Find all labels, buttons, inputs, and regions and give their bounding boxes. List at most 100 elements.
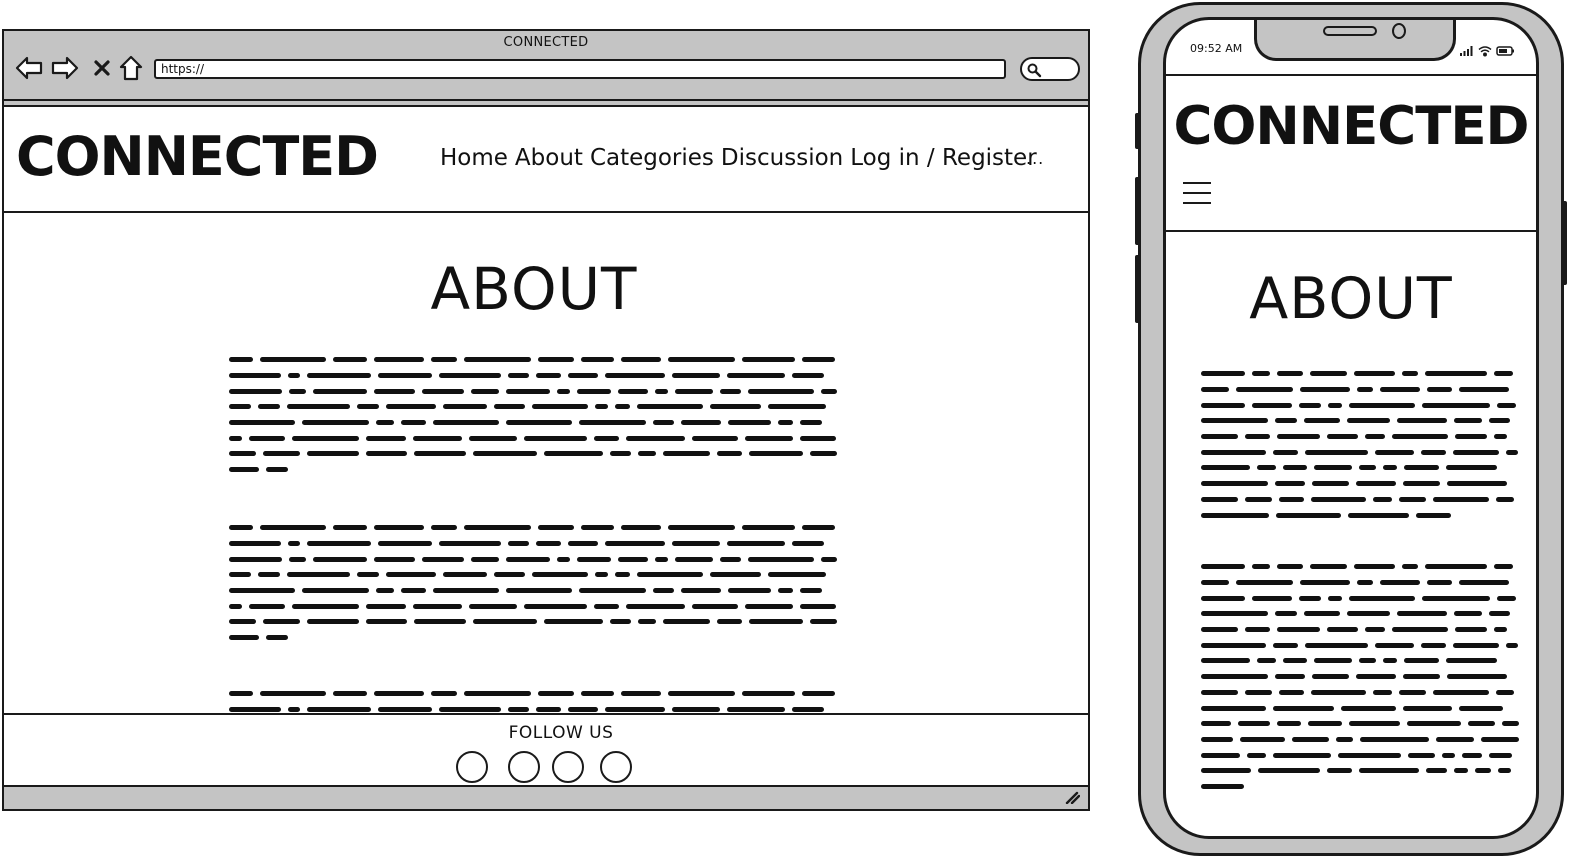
scribble-word bbox=[1496, 689, 1514, 695]
scribble-word bbox=[1433, 496, 1489, 502]
scribble-word bbox=[357, 572, 379, 578]
site-header: CONNECTED Home About Categories Discussi… bbox=[4, 107, 1088, 213]
stop-x-icon[interactable] bbox=[87, 53, 117, 83]
scribble-word bbox=[1201, 387, 1229, 393]
site-logo[interactable]: CONNECTED bbox=[16, 125, 379, 188]
scribble-line bbox=[1201, 397, 1519, 413]
scribble-word bbox=[376, 588, 394, 594]
camera-icon bbox=[1392, 23, 1406, 39]
scribble-word bbox=[1252, 371, 1270, 377]
scribble-word bbox=[792, 373, 824, 379]
page-title: ABOUT bbox=[430, 255, 638, 323]
scribble-word bbox=[821, 556, 838, 562]
scribble-word bbox=[333, 691, 367, 697]
scribble-word bbox=[1283, 658, 1307, 664]
scribble-word bbox=[568, 373, 598, 379]
back-arrow-icon[interactable] bbox=[14, 53, 44, 83]
scribble-word bbox=[802, 357, 835, 363]
scribble-line bbox=[229, 567, 841, 583]
scribble-word bbox=[494, 404, 525, 410]
scribble-word bbox=[1357, 387, 1373, 393]
scribble-word bbox=[1425, 371, 1487, 377]
scribble-word bbox=[595, 572, 608, 578]
scribble-word bbox=[1416, 512, 1451, 518]
scribble-word bbox=[1275, 674, 1305, 680]
scribble-word bbox=[464, 357, 531, 363]
scribble-word bbox=[313, 388, 367, 394]
nav-discussion[interactable]: Discussion bbox=[721, 145, 843, 171]
nav-categories[interactable]: Categories bbox=[590, 145, 714, 171]
home-icon[interactable] bbox=[116, 53, 146, 83]
scribble-word bbox=[626, 603, 685, 609]
scribble-word bbox=[594, 435, 619, 441]
scribble-word bbox=[1201, 465, 1250, 471]
scribble-word bbox=[792, 541, 824, 547]
scribble-word bbox=[374, 388, 415, 394]
scribble-word bbox=[538, 357, 574, 363]
nav-home[interactable]: Home bbox=[440, 145, 508, 171]
scribble-word bbox=[1433, 689, 1489, 695]
scribble-word bbox=[422, 556, 464, 562]
scribble-word bbox=[378, 541, 432, 547]
scribble-word bbox=[374, 357, 424, 363]
scribble-word bbox=[692, 435, 738, 441]
forward-arrow-icon[interactable] bbox=[50, 53, 80, 83]
social-icon-1[interactable] bbox=[456, 751, 488, 783]
scribble-word bbox=[414, 451, 466, 457]
scribble-word bbox=[229, 467, 259, 473]
scribble-word bbox=[1300, 387, 1350, 393]
scribble-word bbox=[333, 357, 367, 363]
scribble-line bbox=[229, 399, 841, 415]
scribble-word bbox=[768, 404, 826, 410]
social-icon-4[interactable] bbox=[600, 751, 632, 783]
scribble-word bbox=[229, 707, 281, 713]
scribble-word bbox=[638, 619, 656, 625]
placeholder-paragraph bbox=[1201, 366, 1519, 523]
scribble-word bbox=[1245, 627, 1270, 633]
scribble-word bbox=[288, 707, 300, 713]
mobile-site-logo[interactable]: CONNECTED bbox=[1166, 96, 1536, 157]
browser-search-button[interactable] bbox=[1020, 57, 1080, 81]
url-input[interactable]: https:// bbox=[154, 59, 1006, 79]
scribble-word bbox=[1506, 642, 1519, 648]
scribble-word bbox=[727, 541, 785, 547]
scribble-word bbox=[431, 357, 457, 363]
scribble-word bbox=[742, 691, 795, 697]
scribble-word bbox=[1427, 387, 1452, 393]
scribble-word bbox=[742, 525, 795, 531]
scribble-word bbox=[1421, 449, 1446, 455]
scribble-word bbox=[1383, 465, 1397, 471]
scribble-word bbox=[260, 357, 326, 363]
scribble-word bbox=[307, 451, 359, 457]
scribble-word bbox=[1201, 642, 1266, 648]
scribble-word bbox=[615, 404, 630, 410]
scribble-word bbox=[292, 603, 359, 609]
resize-grip-icon[interactable] bbox=[1064, 790, 1080, 804]
scribble-word bbox=[1201, 768, 1251, 774]
scribble-word bbox=[366, 603, 406, 609]
scribble-line bbox=[1201, 685, 1519, 701]
scribble-line bbox=[229, 583, 841, 599]
nav-about[interactable]: About bbox=[515, 145, 583, 171]
scribble-word bbox=[1201, 658, 1250, 664]
scribble-word bbox=[568, 541, 598, 547]
scribble-line bbox=[229, 352, 841, 368]
social-icon-3[interactable] bbox=[552, 751, 584, 783]
scribble-word bbox=[366, 619, 407, 625]
nav-more[interactable]: ... bbox=[1026, 149, 1044, 168]
scribble-word bbox=[653, 420, 674, 426]
scribble-word bbox=[581, 691, 614, 697]
main-nav: Home About Categories Discussion Log in … bbox=[440, 145, 1037, 171]
scribble-word bbox=[366, 435, 406, 441]
scribble-word bbox=[1201, 371, 1245, 377]
scribble-word bbox=[1304, 418, 1340, 424]
scribble-word bbox=[1494, 564, 1514, 570]
scribble-word bbox=[605, 541, 665, 547]
hamburger-menu-icon[interactable] bbox=[1183, 182, 1211, 204]
social-icon-2[interactable] bbox=[508, 751, 540, 783]
scribble-word bbox=[536, 707, 561, 713]
scribble-word bbox=[263, 451, 300, 457]
nav-login-register[interactable]: Log in / Register bbox=[850, 145, 1036, 171]
scribble-word bbox=[357, 404, 379, 410]
scribble-word bbox=[800, 420, 822, 426]
